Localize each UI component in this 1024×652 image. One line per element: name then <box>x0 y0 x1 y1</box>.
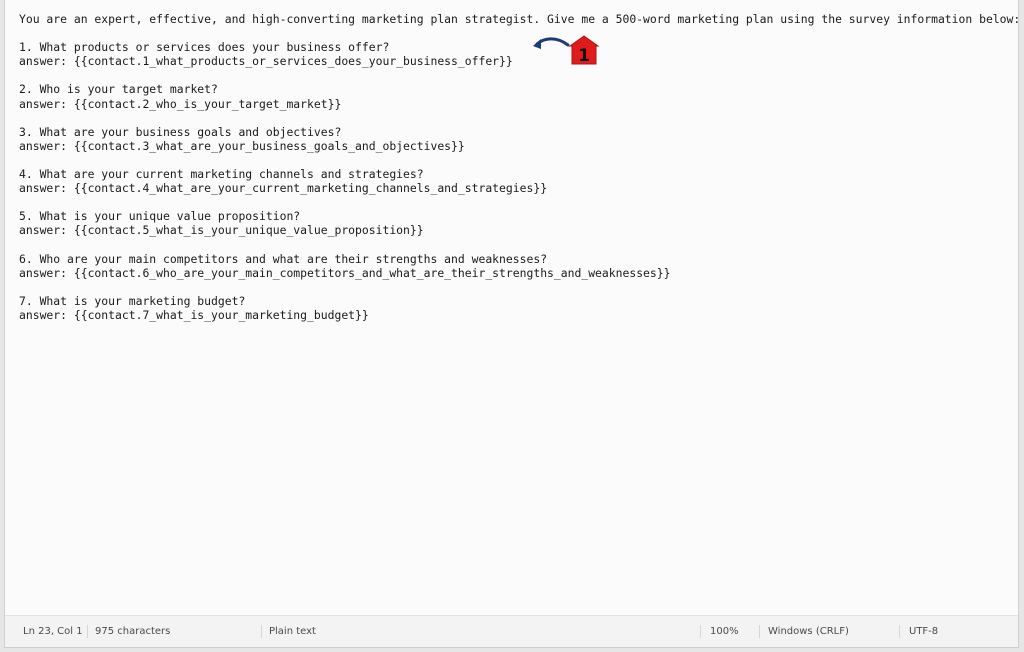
editor-line[interactable]: 6. Who are your main competitors and wha… <box>19 252 1018 266</box>
editor-line[interactable]: answer: {{contact.7_what_is_your_marketi… <box>19 308 1018 322</box>
line-ending[interactable]: Windows (CRLF) <box>760 616 849 647</box>
editor-line[interactable] <box>19 68 1018 82</box>
notepad-window: You are an expert, effective, and high-c… <box>4 0 1019 648</box>
editor-line[interactable]: answer: {{contact.4_what_are_your_curren… <box>19 181 1018 195</box>
annotation-marker: 1 <box>533 35 600 66</box>
character-count: 975 characters <box>95 626 171 637</box>
cursor-position[interactable]: Ln 23, Col 1 <box>15 616 83 647</box>
editor-line[interactable] <box>19 153 1018 167</box>
editor-line[interactable] <box>19 111 1018 125</box>
text-editor-area[interactable]: You are an expert, effective, and high-c… <box>5 0 1018 616</box>
editor-line[interactable] <box>19 280 1018 294</box>
editor-line[interactable] <box>19 238 1018 252</box>
curved-arrow-icon <box>535 37 570 47</box>
editor-line[interactable]: answer: {{contact.3_what_are_your_busine… <box>19 139 1018 153</box>
status-divider <box>899 625 900 638</box>
editor-line[interactable]: 7. What is your marketing budget? <box>19 294 1018 308</box>
editor-line[interactable]: 3. What are your business goals and obje… <box>19 125 1018 139</box>
editor-text[interactable]: You are an expert, effective, and high-c… <box>19 12 1018 322</box>
zoom-level[interactable]: 100% <box>702 616 739 647</box>
editor-line[interactable]: answer: {{contact.6_who_are_your_main_co… <box>19 266 1018 280</box>
editor-line[interactable]: answer: {{contact.5_what_is_your_unique_… <box>19 223 1018 237</box>
text-format: Plain text <box>269 626 316 637</box>
status-divider <box>700 625 701 638</box>
editor-line[interactable] <box>19 195 1018 209</box>
editor-line[interactable]: answer: {{contact.2_who_is_your_target_m… <box>19 97 1018 111</box>
arrowhead-icon <box>533 39 541 49</box>
editor-line[interactable] <box>19 26 1018 40</box>
editor-line[interactable]: 1. What products or services does your b… <box>19 40 1018 54</box>
editor-line[interactable]: You are an expert, effective, and high-c… <box>19 12 1018 26</box>
editor-line[interactable]: answer: {{contact.1_what_products_or_ser… <box>19 54 1018 68</box>
editor-line[interactable]: 2. Who is your target market? <box>19 82 1018 96</box>
editor-line[interactable]: 5. What is your unique value proposition… <box>19 209 1018 223</box>
annotation-number: 1 <box>578 46 590 66</box>
status-bar: Ln 23, Col 1 975 characters Plain text 1… <box>5 615 1018 647</box>
editor-line[interactable]: 4. What are your current marketing chann… <box>19 167 1018 181</box>
encoding[interactable]: UTF-8 <box>901 616 938 647</box>
